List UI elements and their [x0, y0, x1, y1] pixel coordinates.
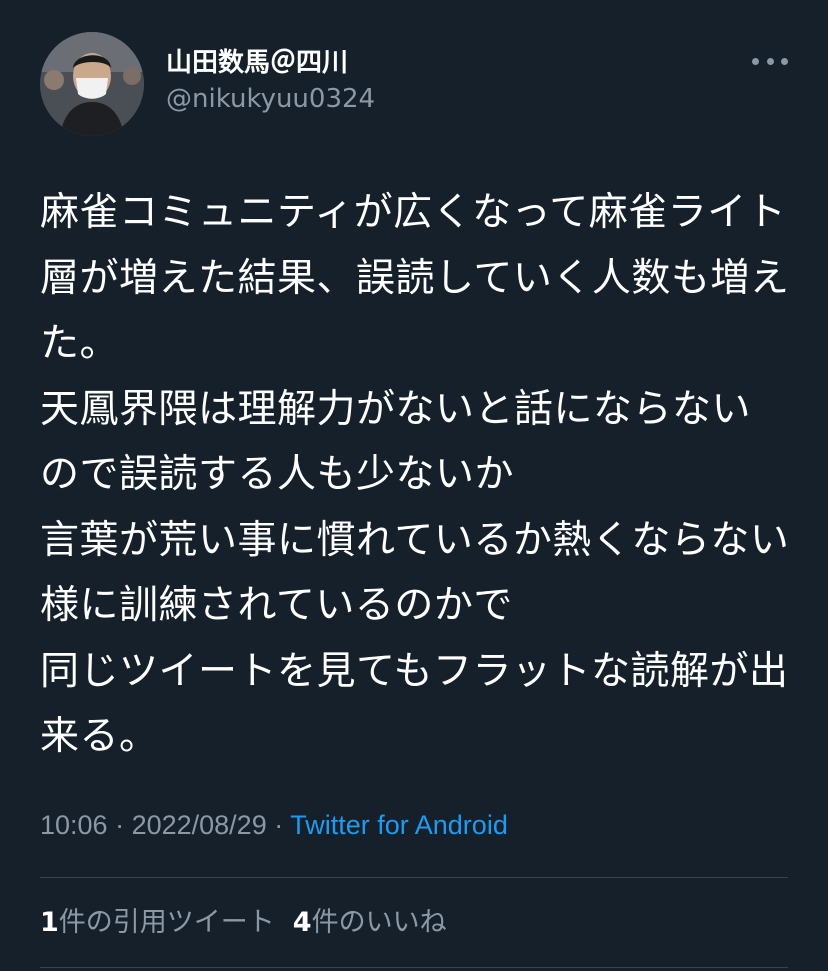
divider [40, 967, 788, 968]
tweet-date[interactable]: 2022/08/29 [132, 810, 267, 840]
likes-stat[interactable]: 4件のいいね [293, 900, 447, 939]
avatar-photo [40, 32, 144, 136]
tweet-stats: 1件の引用ツイート 4件のいいね [40, 900, 447, 939]
tweet-time[interactable]: 10:06 [40, 810, 108, 840]
author-handle[interactable]: @nikukyuu0324 [166, 84, 375, 114]
dot [766, 57, 774, 65]
quote-tweets-count: 1 [40, 907, 59, 938]
meta-separator: · [266, 810, 291, 840]
author-display-name[interactable]: 山田数馬＠四川 [166, 42, 348, 79]
tweet-detail: 山田数馬＠四川 @nikukyuu0324 麻雀コミュニティが広くなって麻雀ライ… [0, 0, 828, 971]
avatar[interactable] [40, 32, 144, 136]
meta-separator: · [107, 810, 132, 840]
more-horizontal-icon[interactable] [752, 52, 788, 70]
tweet-text: 麻雀コミュニティが広くなって麻雀ライト層が増えた結果、誤読していく人数も増えた。… [40, 190, 790, 759]
divider [40, 877, 788, 878]
quote-tweets-stat[interactable]: 1件の引用ツイート [40, 900, 275, 939]
dot [752, 57, 759, 65]
dot [781, 57, 788, 65]
tweet-meta: 10:06 · 2022/08/29 · Twitter for Android [40, 810, 508, 841]
quote-tweets-label: 件の引用ツイート [58, 907, 275, 938]
likes-label: 件のいいね [311, 907, 447, 938]
tweet-source-link[interactable]: Twitter for Android [290, 810, 508, 840]
likes-count: 4 [292, 907, 312, 938]
